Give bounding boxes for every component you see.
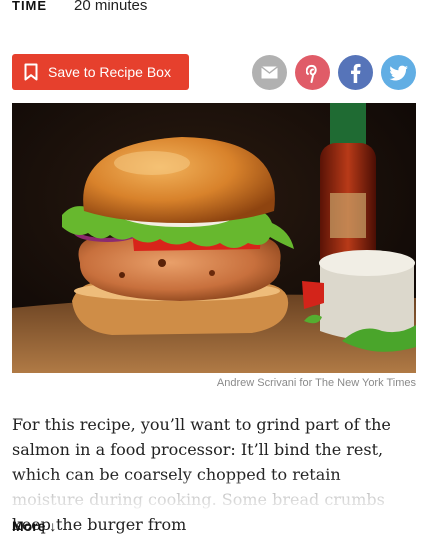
salmon-burger-photo	[12, 103, 416, 373]
save-button-label: Save to Recipe Box	[48, 64, 171, 80]
cook-time-row: TIME 20 minutes	[12, 0, 147, 16]
envelope-icon	[261, 66, 278, 79]
facebook-icon	[350, 63, 361, 83]
pinterest-share-button[interactable]	[295, 55, 330, 90]
email-share-button[interactable]	[252, 55, 287, 90]
twitter-share-button[interactable]	[381, 55, 416, 90]
bookmark-icon	[24, 63, 38, 81]
recipe-description: For this recipe, you’ll want to grind pa…	[12, 415, 391, 534]
pinterest-icon	[305, 63, 320, 83]
more-link[interactable]: More ↓	[12, 518, 56, 534]
photo-credit: Andrew Scrivani for The New York Times	[216, 377, 416, 389]
time-label: TIME	[12, 0, 48, 13]
time-value: 20 minutes	[74, 0, 148, 14]
twitter-icon	[388, 65, 409, 81]
facebook-share-button[interactable]	[338, 55, 373, 90]
save-to-recipe-box-button[interactable]: Save to Recipe Box	[12, 54, 189, 90]
description-fade	[0, 476, 428, 516]
